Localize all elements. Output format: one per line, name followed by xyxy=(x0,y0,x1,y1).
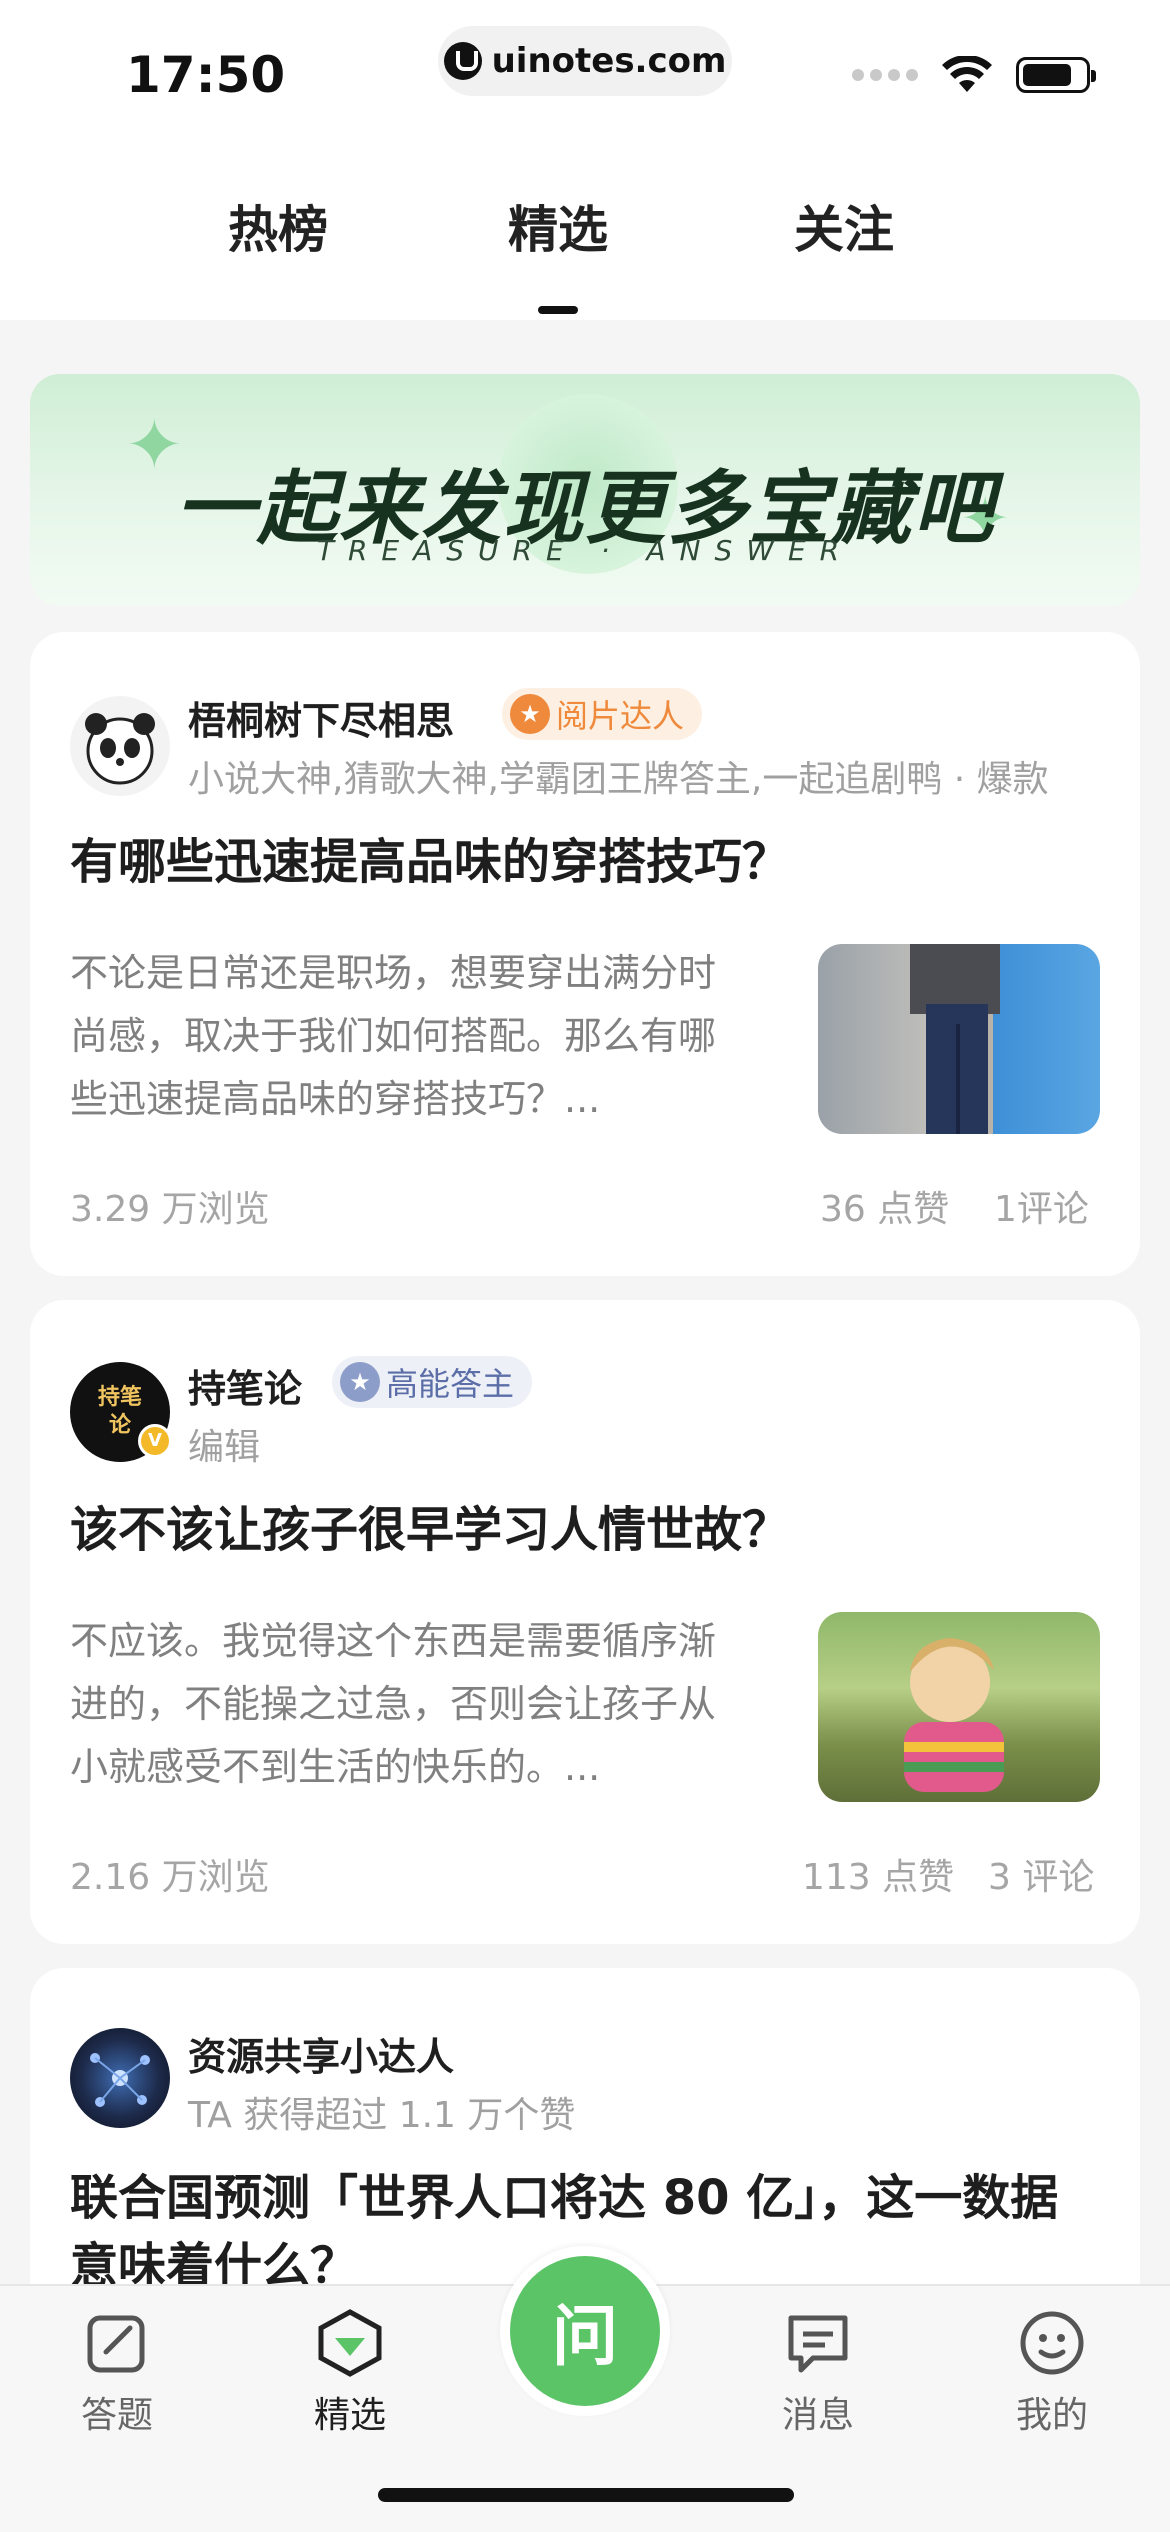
profile-face-icon xyxy=(1020,2311,1084,2375)
url-pill[interactable]: uinotes.com xyxy=(438,26,732,96)
nav-messages[interactable]: 消息 xyxy=(748,2308,888,2438)
answer-image[interactable] xyxy=(818,1612,1100,1802)
medal-icon xyxy=(340,1362,380,1402)
like-count[interactable]: 36 点赞 xyxy=(820,1180,949,1232)
nav-answer-label: 答题 xyxy=(80,2395,153,2436)
treasure-banner[interactable]: ✦ ✦ 一起来发现更多宝藏吧 TREASURE · ANSWER xyxy=(30,374,1140,606)
battery-icon xyxy=(1016,57,1096,93)
avatar[interactable] xyxy=(70,2028,170,2128)
medal-icon xyxy=(510,694,550,734)
banner-subtitle: TREASURE · ANSWER xyxy=(316,534,854,567)
verified-icon: V xyxy=(138,1424,172,1458)
nav-featured-label: 精选 xyxy=(313,2395,386,2436)
panda-avatar-icon xyxy=(85,713,155,785)
badge: 阅片达人 xyxy=(502,688,703,740)
top-bar: 17:50 uinotes.com 热榜 精选 关注 xyxy=(0,0,1170,320)
author-description: 编辑 xyxy=(188,1427,261,1468)
home-indicator[interactable] xyxy=(378,2488,794,2502)
status-indicators xyxy=(852,56,1096,94)
answer-excerpt[interactable]: 不应该。我觉得这个东西是需要循序渐进的，不能操之过急，否则会让孩子从小就感受不到… xyxy=(70,1610,750,1799)
feed-tabs: 热榜 精选 关注 xyxy=(0,190,1170,270)
nav-mine-label: 我的 xyxy=(1015,2395,1088,2436)
badge-label: 高能答主 xyxy=(386,1365,515,1403)
fashion-photo xyxy=(910,944,1000,1134)
like-count[interactable]: 113 点赞 xyxy=(802,1848,954,1900)
author-description: 小说大神,猜歌大神,学霸团王牌答主,一起追剧鸭 · 爆款 xyxy=(188,759,1049,800)
author-name[interactable]: 持笔论 xyxy=(188,1358,302,1413)
question-title[interactable]: 该不该让孩子很早学习人情世故？ xyxy=(70,1496,1100,1564)
nav-messages-label: 消息 xyxy=(781,2395,854,2436)
wifi-icon xyxy=(942,56,992,92)
feed-card[interactable]: 持笔论 V 持笔论 高能答主 编辑 该不该让孩子很早学习人情世故？ 不应该。我觉… xyxy=(30,1300,1140,1944)
question-title[interactable]: 有哪些迅速提高品味的穿搭技巧？ xyxy=(70,828,1100,896)
status-time: 17:50 xyxy=(126,46,286,104)
feed-card[interactable]: 梧桐树下尽相思 阅片达人 小说大神,猜歌大神,学霸团王牌答主,一起追剧鸭 · 爆… xyxy=(30,632,1140,1276)
comment-count[interactable]: 3 评论 xyxy=(988,1848,1094,1900)
view-count: 2.16 万浏览 xyxy=(70,1857,270,1898)
badge-label: 阅片达人 xyxy=(556,697,685,735)
nav-mine[interactable]: 我的 xyxy=(982,2308,1122,2438)
message-icon xyxy=(788,2315,848,2373)
nav-featured[interactable]: 精选 xyxy=(280,2308,420,2438)
author-description: TA 获得超过 1.1 万个赞 xyxy=(188,2095,576,2136)
ask-question-button[interactable]: 问 xyxy=(510,2256,660,2406)
comment-count[interactable]: 1评论 xyxy=(994,1180,1089,1232)
edit-icon xyxy=(87,2315,145,2373)
site-icon xyxy=(443,42,482,80)
tab-hot[interactable]: 热榜 xyxy=(228,190,328,262)
answer-image[interactable] xyxy=(818,944,1100,1134)
view-count: 3.29 万浏览 xyxy=(70,1189,270,1230)
nav-answer[interactable]: 答题 xyxy=(47,2308,187,2438)
avatar[interactable] xyxy=(70,696,170,796)
url-text: uinotes.com xyxy=(491,41,727,81)
badge: 高能答主 xyxy=(332,1356,533,1408)
featured-icon xyxy=(318,2309,382,2377)
network-avatar-icon xyxy=(90,2053,150,2107)
author-name[interactable]: 梧桐树下尽相思 xyxy=(188,690,454,745)
tab-following[interactable]: 关注 xyxy=(794,190,894,262)
signal-icon xyxy=(852,69,918,81)
tab-featured[interactable]: 精选 xyxy=(508,190,608,262)
answer-excerpt[interactable]: 不论是日常还是职场，想要穿出满分时尚感，取决于我们如何搭配。那么有哪些迅速提高品… xyxy=(70,942,750,1131)
author-name[interactable]: 资源共享小达人 xyxy=(188,2026,454,2081)
child-photo xyxy=(904,1638,1004,1792)
